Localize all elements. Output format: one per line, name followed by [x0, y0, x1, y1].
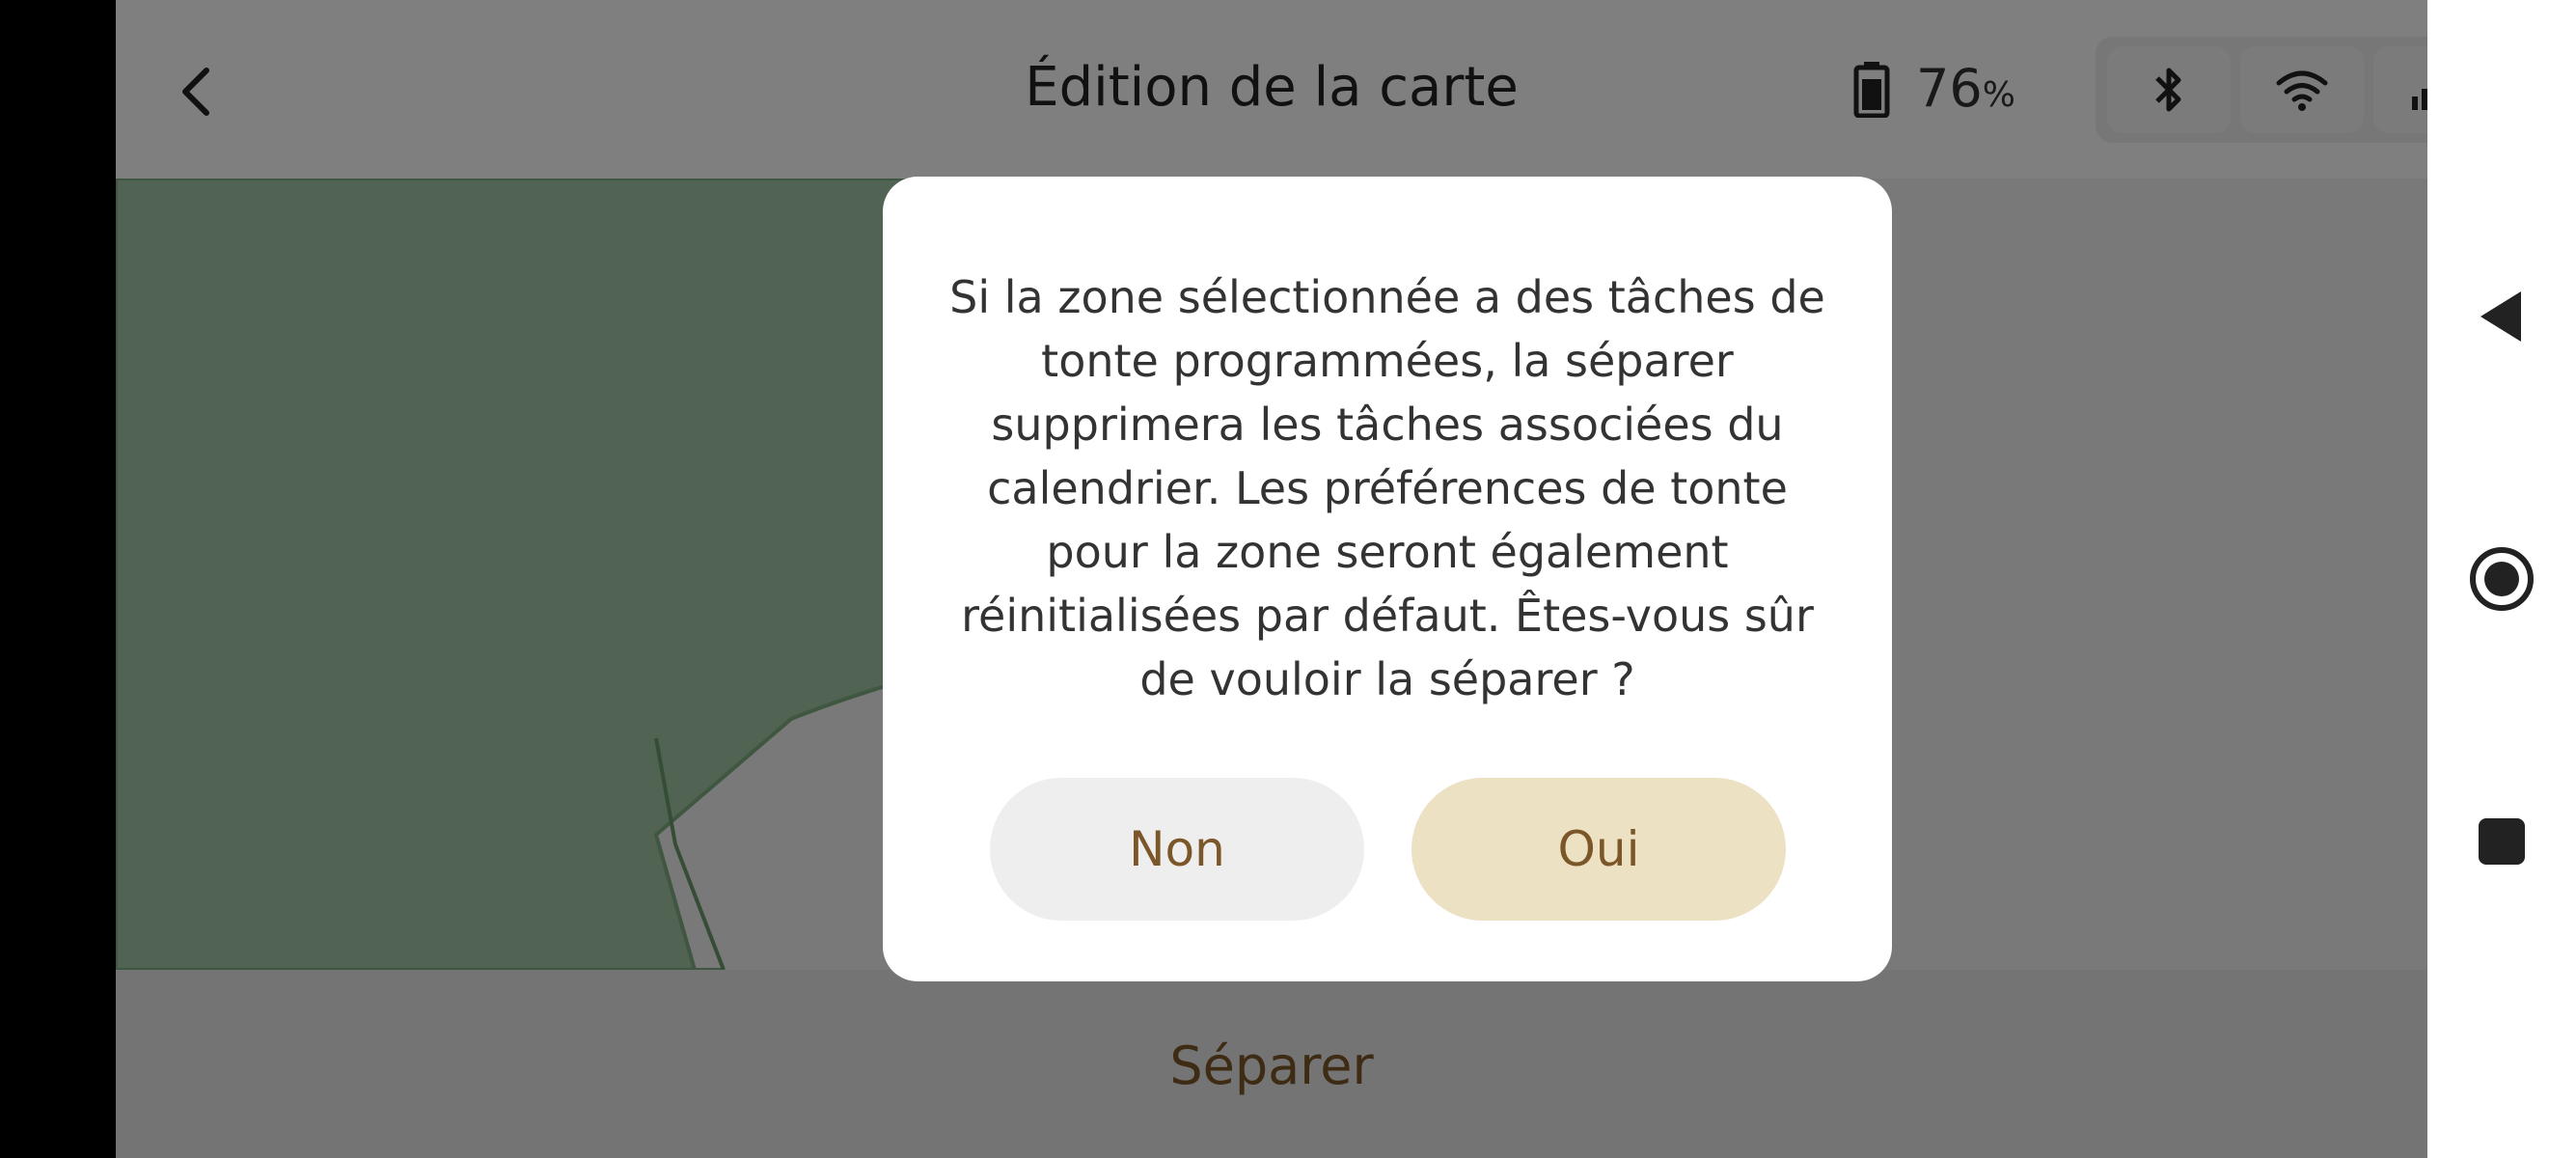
- confirm-split-dialog: Si la zone sélectionnée a des tâches de …: [883, 177, 1892, 981]
- left-screen-edge: [0, 0, 116, 1158]
- app-screen: Édition de la carte 76%: [116, 0, 2427, 1158]
- nav-recents-button[interactable]: [2427, 784, 2576, 899]
- nav-back-button[interactable]: [2427, 259, 2576, 374]
- square-recents-icon: [2479, 818, 2525, 865]
- nav-home-button[interactable]: [2427, 521, 2576, 637]
- system-navigation-bar: [2427, 0, 2576, 1158]
- circle-home-icon: [2470, 547, 2534, 611]
- no-button[interactable]: Non: [990, 778, 1364, 921]
- dialog-message: Si la zone sélectionnée a des tâches de …: [949, 271, 1825, 705]
- yes-button[interactable]: Oui: [1411, 778, 1786, 921]
- triangle-back-icon: [2480, 291, 2521, 342]
